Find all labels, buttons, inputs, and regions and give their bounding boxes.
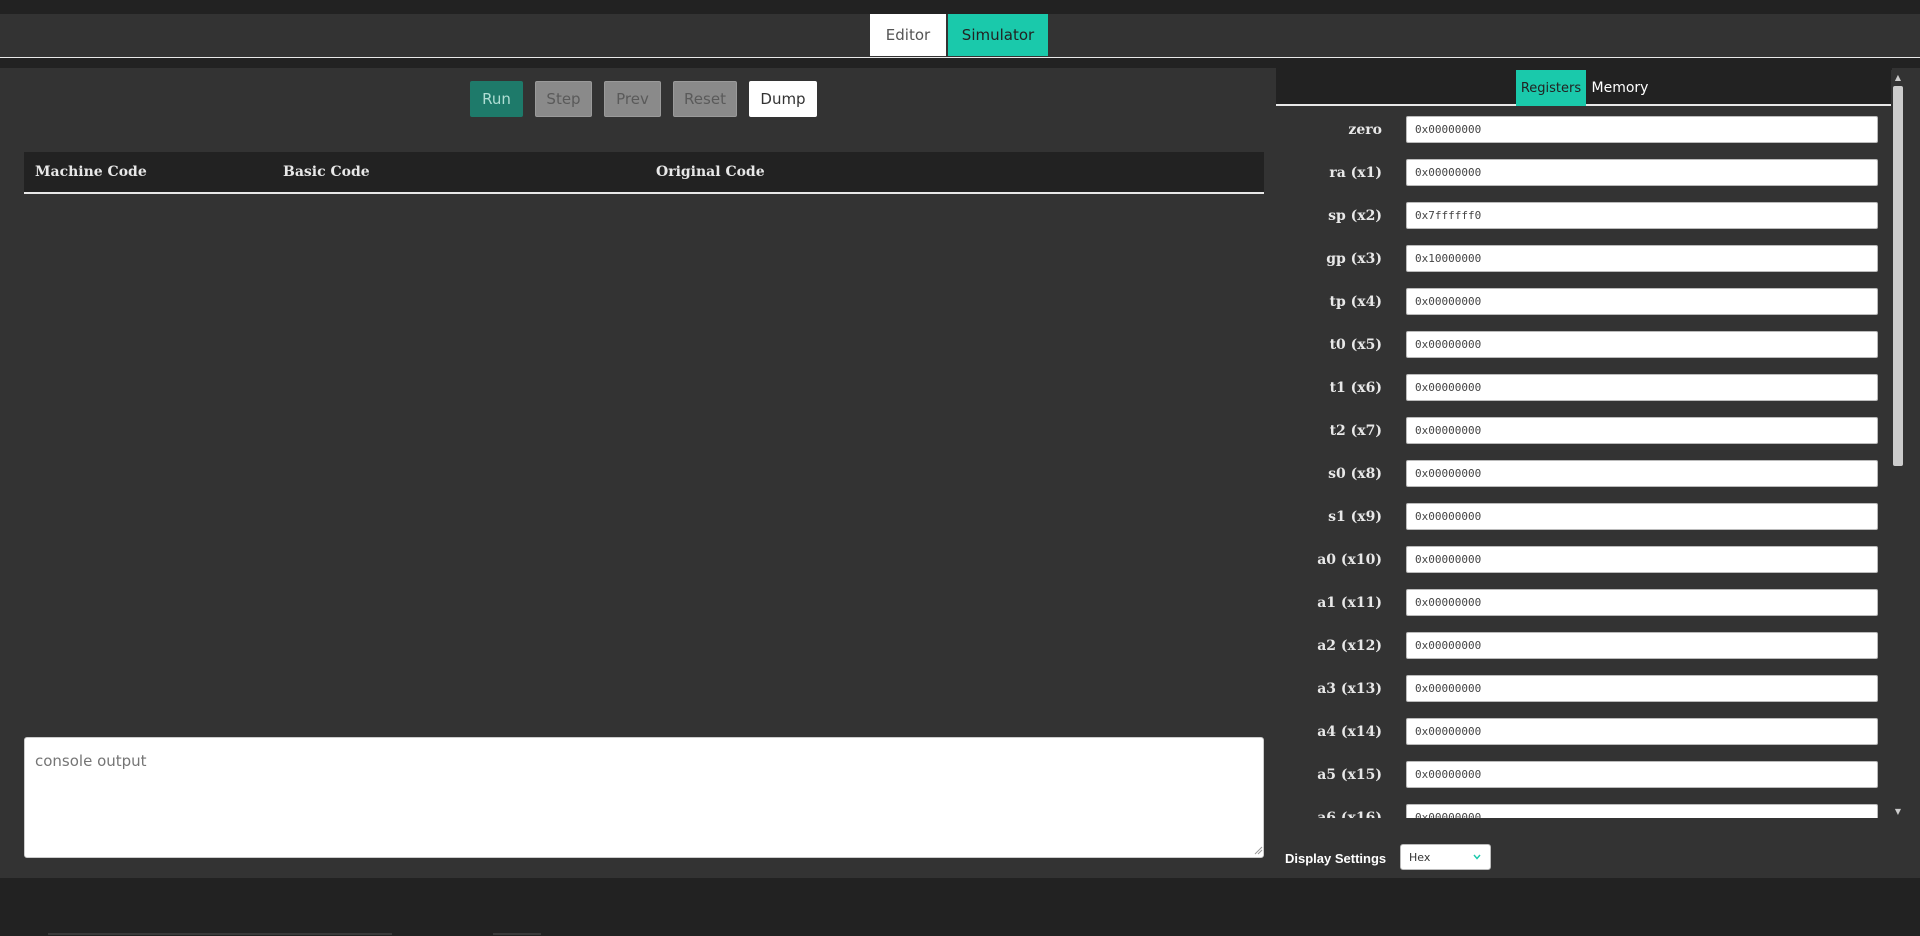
register-label: t2 (x7) xyxy=(1329,422,1382,439)
bottom-divider xyxy=(48,933,392,935)
register-label: t0 (x5) xyxy=(1329,336,1382,353)
register-row: t2 (x7) 0x00000000 xyxy=(1276,409,1878,452)
register-value-field[interactable]: 0x00000000 xyxy=(1406,761,1878,788)
register-value-field[interactable]: 0x00000000 xyxy=(1406,503,1878,530)
register-label: ra (x1) xyxy=(1329,164,1382,181)
run-button[interactable]: Run xyxy=(470,81,523,117)
register-row: s0 (x8) 0x00000000 xyxy=(1276,452,1878,495)
top-bar xyxy=(0,0,1920,14)
register-value-field[interactable]: 0x00000000 xyxy=(1406,589,1878,616)
register-label: s0 (x8) xyxy=(1328,465,1382,482)
display-format-value: Hex xyxy=(1409,850,1431,864)
header-basic-code: Basic Code xyxy=(283,164,370,180)
console-output[interactable] xyxy=(24,737,1264,858)
register-row: t0 (x5) 0x00000000 xyxy=(1276,323,1878,366)
register-list[interactable]: zero 0x00000000 ra (x1) 0x00000000 sp (x2) 0x… xyxy=(1276,108,1892,818)
register-value-field[interactable]: 0x00000000 xyxy=(1406,374,1878,401)
register-label: a4 (x14) xyxy=(1317,723,1382,740)
register-label: zero xyxy=(1348,121,1382,138)
register-label: a1 (x11) xyxy=(1317,594,1382,611)
register-row: a6 (x16) 0x00000000 xyxy=(1276,796,1878,819)
header-original-code: Original Code xyxy=(656,164,765,180)
scroll-down-icon[interactable]: ▼ xyxy=(1891,804,1905,818)
scroll-up-icon[interactable]: ▲ xyxy=(1891,70,1905,84)
header-machine-code: Machine Code xyxy=(35,164,147,180)
simulator-controls: Run Step Prev Reset Dump xyxy=(0,81,1270,117)
register-row: gp (x3) 0x10000000 xyxy=(1276,237,1878,280)
register-value-field[interactable]: 0x00000000 xyxy=(1406,331,1878,358)
register-row: sp (x2) 0x7ffffff0 xyxy=(1276,194,1878,237)
register-value-field[interactable]: 0x7ffffff0 xyxy=(1406,202,1878,229)
register-row: s1 (x9) 0x00000000 xyxy=(1276,495,1878,538)
tab-memory[interactable]: Memory xyxy=(1588,70,1652,106)
resize-grip-icon[interactable] xyxy=(1254,846,1263,855)
register-row: zero 0x00000000 xyxy=(1276,108,1878,151)
tab-editor[interactable]: Editor xyxy=(870,14,946,56)
register-value-field[interactable]: 0x00000000 xyxy=(1406,718,1878,745)
reset-button[interactable]: Reset xyxy=(673,81,737,117)
register-row: tp (x4) 0x00000000 xyxy=(1276,280,1878,323)
register-value-field[interactable]: 0x00000000 xyxy=(1406,546,1878,573)
tab-registers[interactable]: Registers xyxy=(1516,70,1586,106)
register-value-field[interactable]: 0x00000000 xyxy=(1406,675,1878,702)
tab-simulator[interactable]: Simulator xyxy=(948,14,1048,56)
register-row: ra (x1) 0x00000000 xyxy=(1276,151,1878,194)
register-label: s1 (x9) xyxy=(1328,508,1382,525)
code-table-header: Machine Code Basic Code Original Code xyxy=(24,152,1264,194)
register-value-field[interactable]: 0x00000000 xyxy=(1406,417,1878,444)
main-nav: Editor Simulator xyxy=(0,14,1920,58)
register-label: a6 (x16) xyxy=(1317,809,1382,819)
register-value-field[interactable]: 0x00000000 xyxy=(1406,632,1878,659)
register-label: a2 (x12) xyxy=(1317,637,1382,654)
bottom-divider xyxy=(493,933,541,935)
register-row: a3 (x13) 0x00000000 xyxy=(1276,667,1878,710)
register-label: a3 (x13) xyxy=(1317,680,1382,697)
register-label: tp (x4) xyxy=(1329,293,1382,310)
register-row: a0 (x10) 0x00000000 xyxy=(1276,538,1878,581)
register-value-field[interactable]: 0x00000000 xyxy=(1406,288,1878,315)
dump-button[interactable]: Dump xyxy=(749,81,817,117)
register-label: gp (x3) xyxy=(1326,250,1382,267)
register-value-field[interactable]: 0x00000000 xyxy=(1406,159,1878,186)
register-value-field[interactable]: 0x00000000 xyxy=(1406,460,1878,487)
step-button[interactable]: Step xyxy=(535,81,592,117)
register-value-field[interactable]: 0x00000000 xyxy=(1406,116,1878,143)
register-row: a1 (x11) 0x00000000 xyxy=(1276,581,1878,624)
register-label: a5 (x15) xyxy=(1317,766,1382,783)
register-row: a4 (x14) 0x00000000 xyxy=(1276,710,1878,753)
register-value-field[interactable]: 0x00000000 xyxy=(1406,804,1878,818)
register-value-field[interactable]: 0x10000000 xyxy=(1406,245,1878,272)
register-row: t1 (x6) 0x00000000 xyxy=(1276,366,1878,409)
register-label: a0 (x10) xyxy=(1317,551,1382,568)
display-settings-label: Display Settings xyxy=(1285,850,1387,866)
register-row: a5 (x15) 0x00000000 xyxy=(1276,753,1878,796)
register-label: t1 (x6) xyxy=(1329,379,1382,396)
prev-button[interactable]: Prev xyxy=(604,81,661,117)
register-label: sp (x2) xyxy=(1328,207,1382,224)
bottom-strip xyxy=(0,878,1920,936)
display-format-select[interactable]: Hex xyxy=(1400,844,1491,870)
chevron-down-icon xyxy=(1473,854,1481,860)
scroll-thumb[interactable] xyxy=(1893,86,1903,466)
register-scrollbar[interactable]: ▲ ▼ xyxy=(1891,70,1905,818)
register-row: a2 (x12) 0x00000000 xyxy=(1276,624,1878,667)
